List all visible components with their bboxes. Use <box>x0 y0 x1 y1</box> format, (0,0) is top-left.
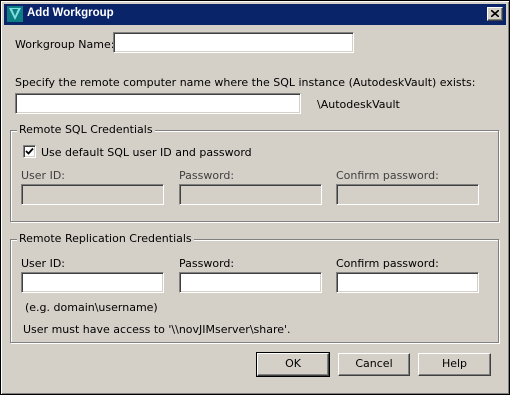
sql-confirm-password-label: Confirm password: <box>336 169 439 182</box>
remote-sql-credentials-title: Remote SQL Credentials <box>17 123 155 136</box>
replication-confirm-password-input[interactable] <box>336 272 479 293</box>
replication-user-id-label: User ID: <box>21 257 65 270</box>
workgroup-name-input[interactable] <box>113 32 354 53</box>
sql-password-input <box>179 184 322 205</box>
replication-password-input[interactable] <box>179 272 322 293</box>
help-button[interactable]: Help <box>418 353 491 376</box>
cancel-button[interactable]: Cancel <box>338 353 410 376</box>
vault-app-icon <box>7 6 23 22</box>
close-icon <box>491 10 499 17</box>
title-bar[interactable]: Add Workgroup <box>4 4 506 25</box>
add-workgroup-dialog: Add Workgroup Workgroup Name: Specify th… <box>0 0 510 395</box>
sql-user-id-label: User ID: <box>21 169 65 182</box>
replication-confirm-password-label: Confirm password: <box>336 257 439 270</box>
remote-replication-credentials-title: Remote Replication Credentials <box>17 232 194 245</box>
username-format-hint: (e.g. domain\username) <box>25 301 158 314</box>
sql-confirm-password-input <box>336 184 479 205</box>
sql-password-label: Password: <box>179 169 235 182</box>
window-title: Add Workgroup <box>27 7 114 19</box>
share-access-note: User must have access to '\\novJIMserver… <box>23 323 291 336</box>
replication-password-label: Password: <box>179 257 235 270</box>
checkmark-icon <box>25 147 34 155</box>
use-default-sql-checkbox[interactable] <box>23 145 36 158</box>
sql-user-id-input <box>21 184 164 205</box>
instance-suffix-label: \AutodeskVault <box>317 98 400 111</box>
ok-button[interactable]: OK <box>256 352 330 377</box>
use-default-sql-label[interactable]: Use default SQL user ID and password <box>41 146 252 159</box>
remote-computer-input[interactable] <box>15 93 301 114</box>
replication-user-id-input[interactable] <box>21 272 164 293</box>
workgroup-name-label: Workgroup Name: <box>15 38 115 51</box>
close-button[interactable] <box>487 7 503 21</box>
remote-computer-label: Specify the remote computer name where t… <box>15 76 476 89</box>
